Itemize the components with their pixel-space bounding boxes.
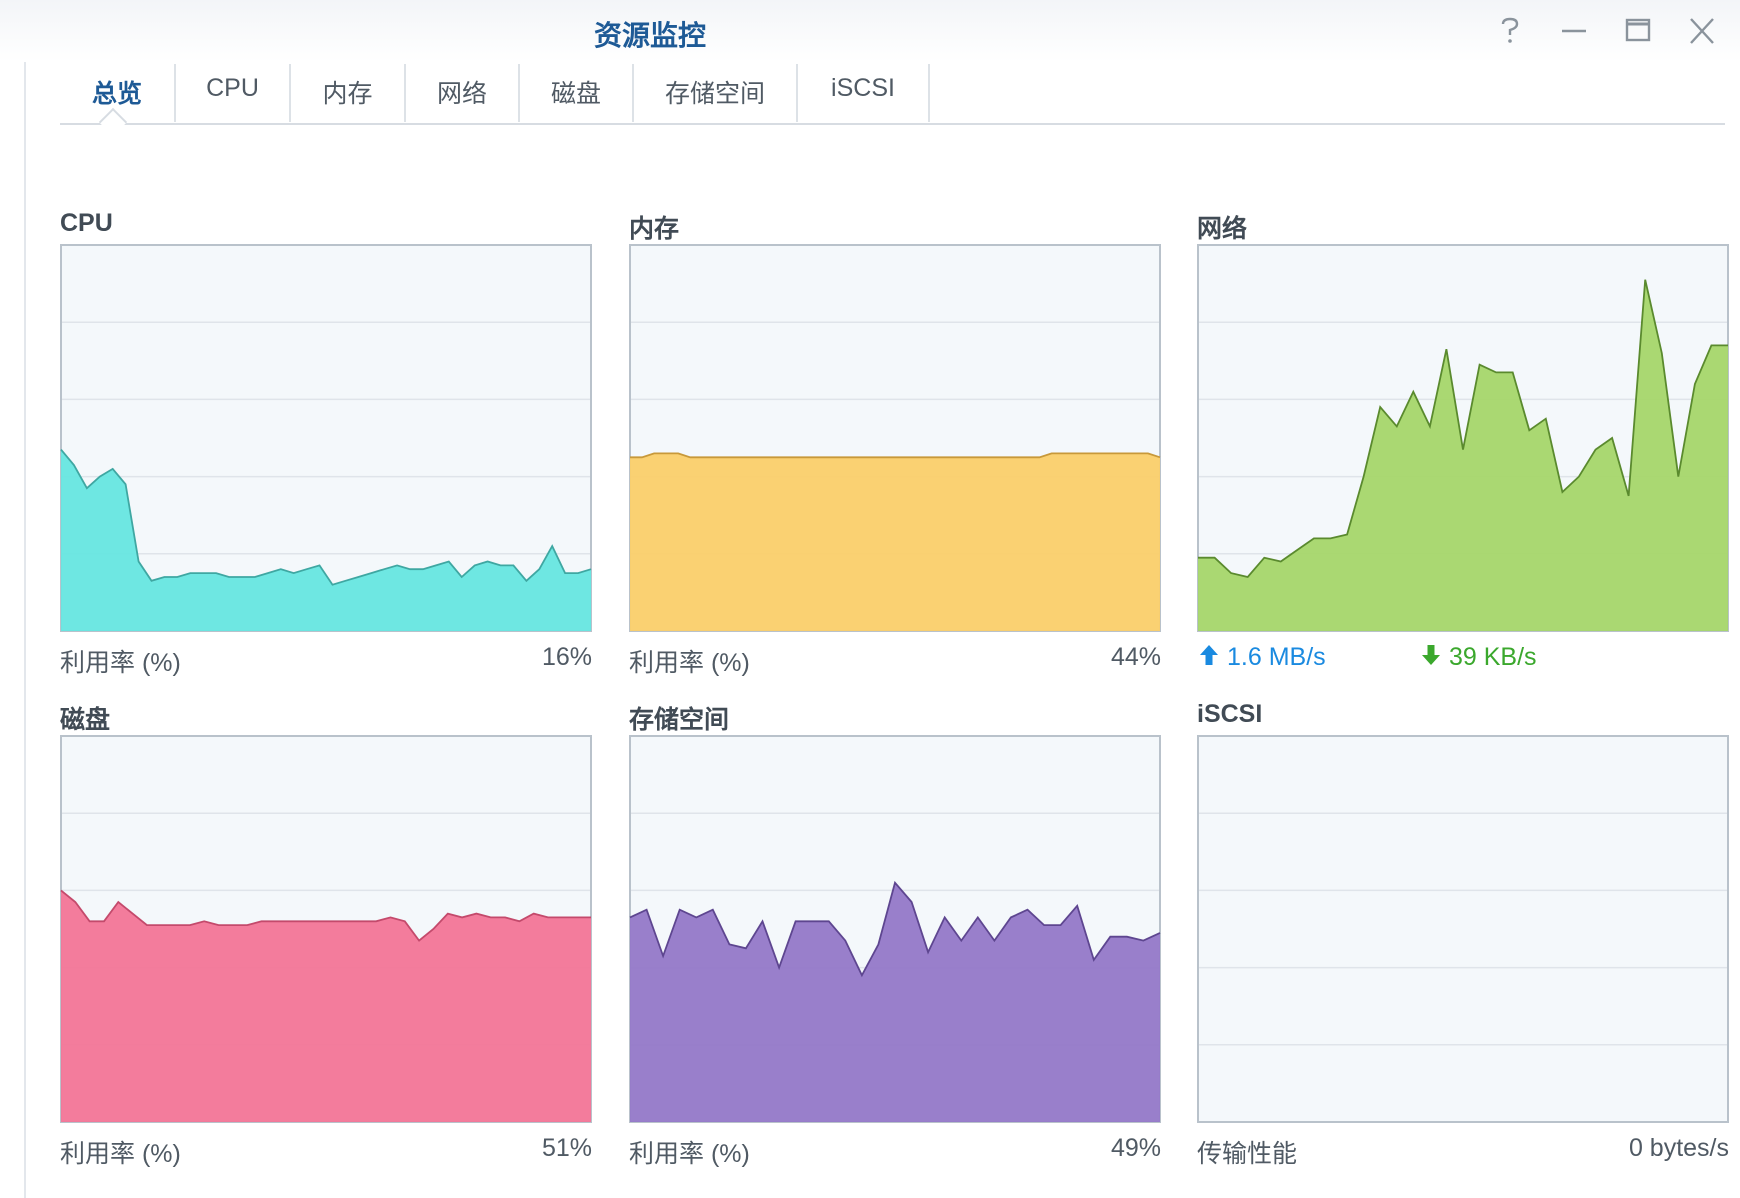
upload-arrow-icon bbox=[1199, 644, 1219, 673]
network-chart-svg bbox=[1197, 244, 1729, 632]
tab-cpu[interactable]: CPU bbox=[176, 64, 291, 122]
network-panel-title: 网络 bbox=[1197, 215, 1248, 243]
tab-bar: 总览 CPU 内存 网络 磁盘 存储空间 iSCSI bbox=[60, 64, 930, 122]
volume-panel-title: 存储空间 bbox=[629, 706, 730, 734]
tab-network[interactable]: 网络 bbox=[406, 64, 520, 122]
memory-metric-label: 利用率 (%) bbox=[629, 649, 750, 677]
iscsi-metric-label: 传输性能 bbox=[1197, 1140, 1298, 1168]
cpu-metric-label: 利用率 (%) bbox=[60, 649, 181, 677]
help-icon[interactable] bbox=[1492, 14, 1528, 48]
memory-chart-svg bbox=[629, 244, 1161, 632]
disk-chart[interactable] bbox=[60, 735, 592, 1123]
volume-metric-label: 利用率 (%) bbox=[629, 1140, 750, 1168]
iscsi-chart[interactable] bbox=[1197, 735, 1729, 1123]
volume-value: 49% bbox=[1110, 1134, 1161, 1162]
memory-panel-title: 内存 bbox=[629, 215, 680, 243]
network-upload: 1.6 MB/s bbox=[1199, 643, 1326, 673]
cpu-chart[interactable] bbox=[60, 244, 592, 632]
network-download: 39 KB/s bbox=[1421, 643, 1537, 673]
network-chart[interactable] bbox=[1197, 244, 1729, 632]
download-arrow-icon bbox=[1421, 644, 1441, 673]
network-upload-rate: 1.6 MB/s bbox=[1227, 643, 1326, 671]
tab-iscsi[interactable]: iSCSI bbox=[798, 64, 930, 122]
network-download-rate: 39 KB/s bbox=[1449, 643, 1537, 671]
iscsi-plot-area bbox=[1197, 735, 1729, 1123]
iscsi-value: 0 bytes/s bbox=[1628, 1134, 1729, 1162]
memory-chart[interactable] bbox=[629, 244, 1161, 632]
volume-chart[interactable] bbox=[629, 735, 1161, 1123]
disk-chart-svg bbox=[60, 735, 592, 1123]
tab-underline bbox=[60, 123, 1725, 125]
disk-value: 51% bbox=[541, 1134, 592, 1162]
iscsi-panel-title: iSCSI bbox=[1197, 700, 1263, 728]
maximize-icon[interactable] bbox=[1620, 14, 1656, 48]
title-bar: 资源监控 bbox=[0, 0, 1740, 62]
tab-memory[interactable]: 内存 bbox=[291, 64, 406, 122]
window-left-border bbox=[24, 62, 26, 1198]
cpu-chart-svg bbox=[60, 244, 592, 632]
disk-series-area bbox=[61, 890, 591, 1122]
memory-series-area bbox=[630, 453, 1160, 631]
cpu-value: 16% bbox=[541, 643, 592, 671]
close-icon[interactable] bbox=[1684, 14, 1720, 48]
minimize-icon[interactable] bbox=[1556, 14, 1592, 48]
tab-volume[interactable]: 存储空间 bbox=[634, 64, 798, 122]
tab-disk[interactable]: 磁盘 bbox=[520, 64, 634, 122]
iscsi-chart-svg bbox=[1197, 735, 1729, 1123]
volume-chart-svg bbox=[629, 735, 1161, 1123]
memory-value: 44% bbox=[1110, 643, 1161, 671]
disk-metric-label: 利用率 (%) bbox=[60, 1140, 181, 1168]
disk-panel-title: 磁盘 bbox=[60, 706, 111, 734]
cpu-panel-title: CPU bbox=[60, 209, 113, 237]
window-title: 资源监控 bbox=[593, 20, 706, 51]
